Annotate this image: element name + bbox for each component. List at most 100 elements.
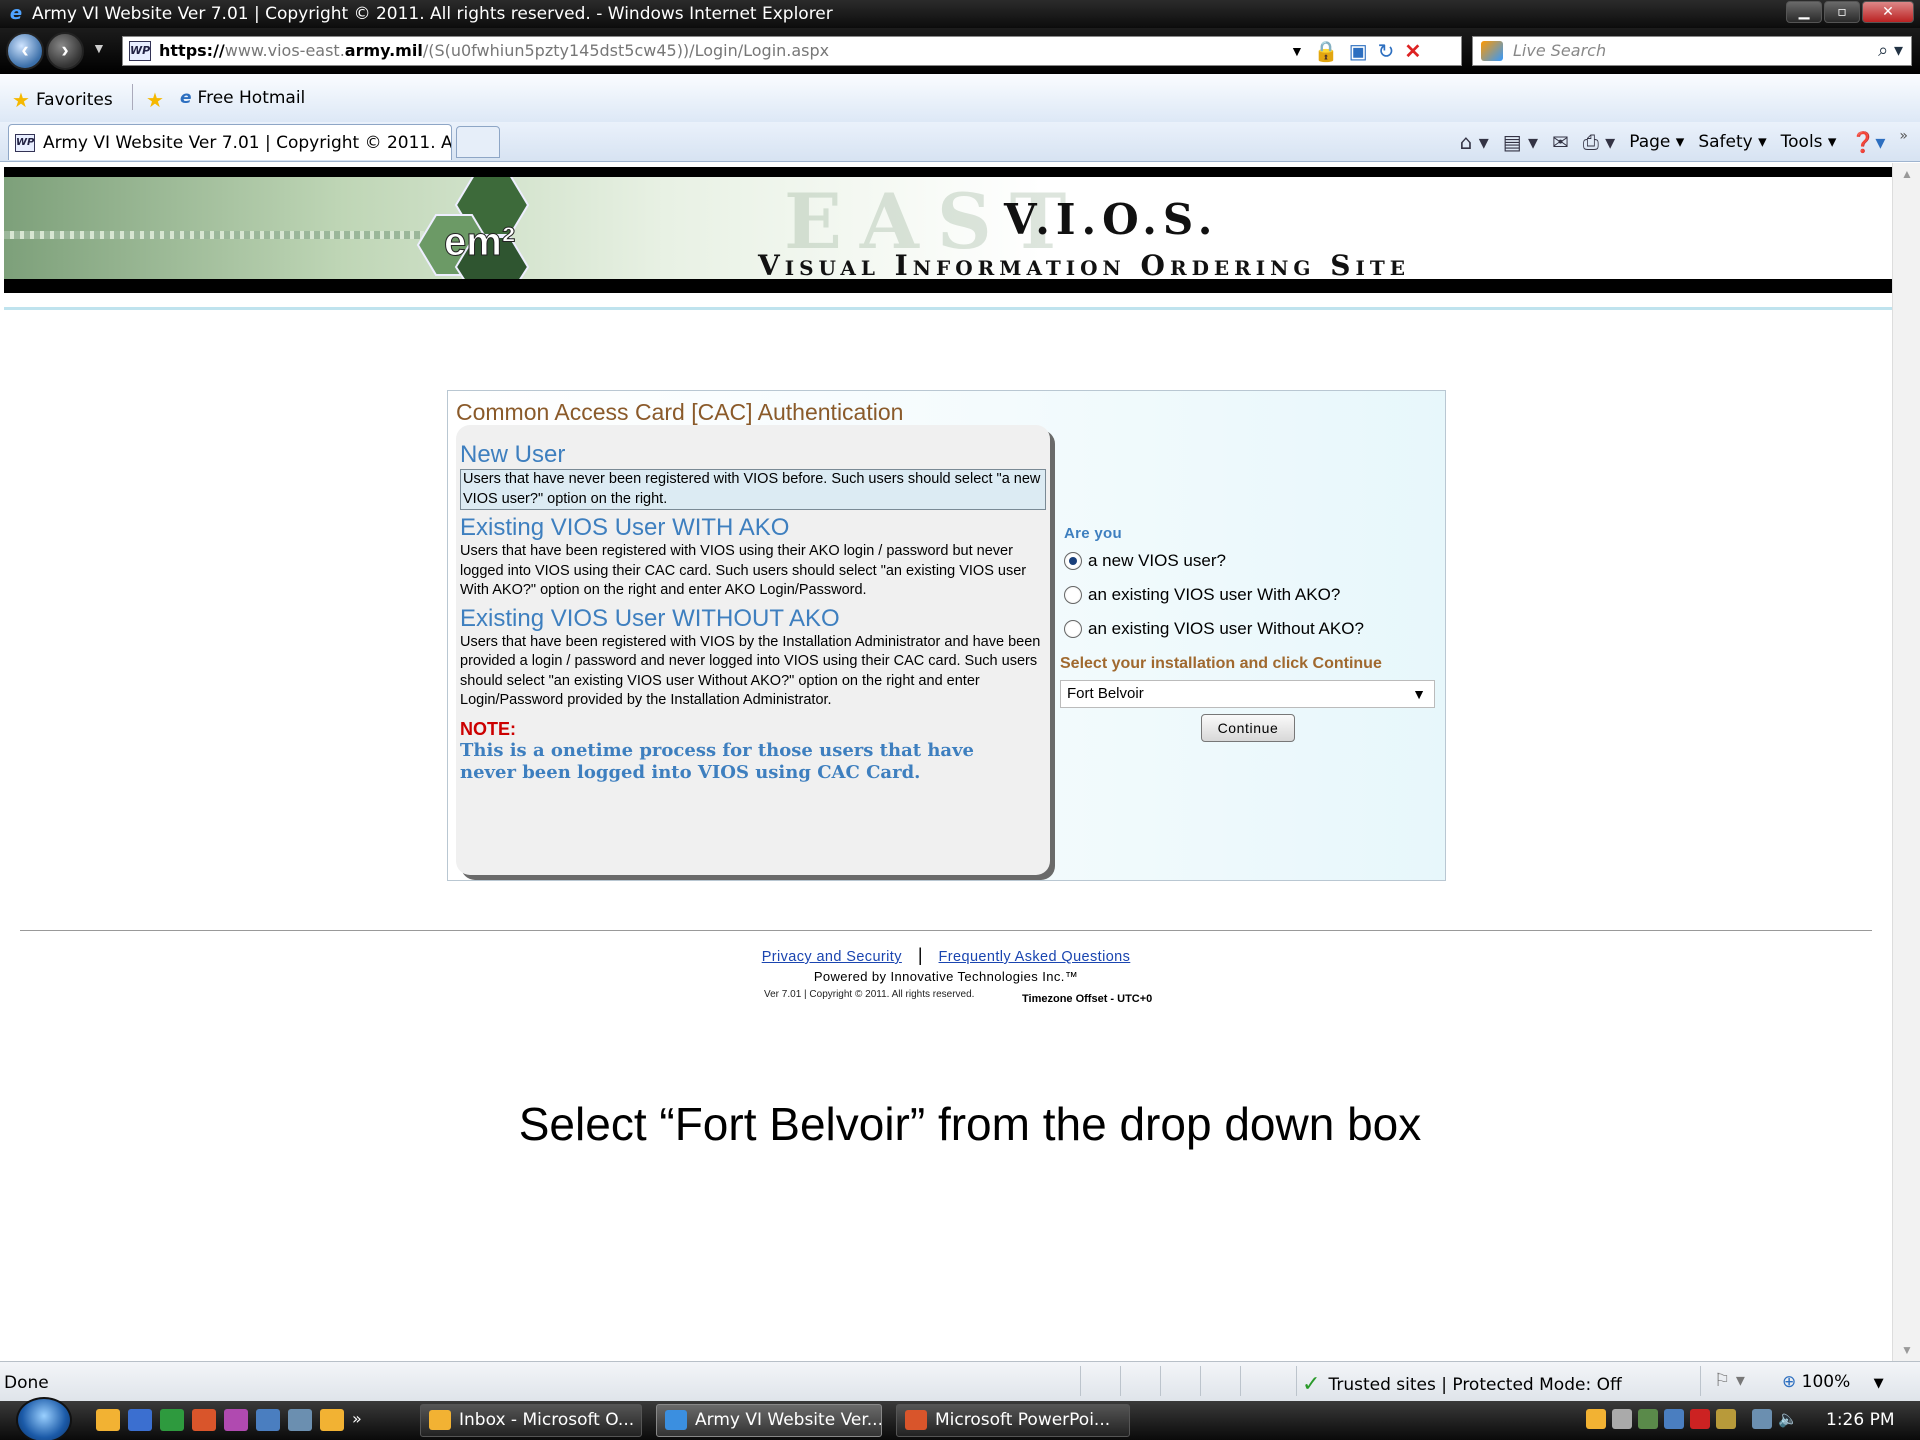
lock-icon[interactable]: 🔒 [1314, 39, 1339, 64]
history-dropdown-icon[interactable]: ▼ [92, 40, 106, 56]
back-button[interactable]: ‹ [6, 32, 44, 70]
live-search-icon [1481, 41, 1503, 61]
help-icon[interactable]: ❓▾ [1850, 130, 1885, 154]
status-text: Done [4, 1373, 49, 1393]
info-box: New User Users that have never been regi… [456, 425, 1050, 875]
security-zone-label: Trusted sites | Protected Mode: Off [1328, 1374, 1622, 1395]
tools-menu-label: Tools [1780, 132, 1823, 152]
tray-display-icon[interactable] [1752, 1409, 1772, 1429]
explorer-quicklaunch-icon[interactable] [288, 1409, 312, 1431]
page-menu-label: Page [1629, 132, 1671, 152]
option-new-user[interactable]: a new VIOS user? [1064, 551, 1226, 571]
search-input[interactable]: Live Search ⌕ ▾ [1472, 36, 1912, 66]
word-quicklaunch-icon[interactable] [128, 1409, 152, 1431]
tab-favicon: WP [15, 133, 35, 152]
faq-link[interactable]: Frequently Asked Questions [939, 949, 1131, 965]
with-ako-text: Users that have been registered with VIO… [460, 543, 1027, 598]
option-existing-with-ako[interactable]: an existing VIOS user With AKO? [1064, 585, 1340, 605]
status-divider [1240, 1366, 1241, 1396]
volume-icon[interactable]: 🔈 [1778, 1409, 1798, 1429]
excel-quicklaunch-icon[interactable] [160, 1409, 184, 1431]
desktop-quicklaunch-icon[interactable] [256, 1409, 280, 1431]
search-icon[interactable]: ⌕ ▾ [1878, 37, 1903, 65]
mail-quicklaunch-icon[interactable] [320, 1409, 344, 1431]
home-icon[interactable]: ⌂ ▾ [1460, 130, 1489, 154]
radio-existing-without-ako[interactable] [1064, 620, 1082, 638]
security-zone[interactable]: ✓ Trusted sites | Protected Mode: Off [1302, 1372, 1622, 1397]
tray-tool-icon[interactable] [1612, 1409, 1632, 1429]
minimize-button[interactable]: ▁ [1786, 1, 1822, 23]
site-banner: em² EAST V.I.O.S. Visual Information Ord… [4, 167, 1892, 293]
more-icon[interactable]: » [352, 1409, 366, 1431]
tray-network-icon[interactable] [1664, 1409, 1684, 1429]
app-quicklaunch-icon[interactable] [224, 1409, 248, 1431]
zoom-dropdown-icon[interactable]: ▼ [1874, 1376, 1884, 1391]
vertical-scrollbar[interactable]: ▲ ▼ [1892, 163, 1920, 1361]
window-title: Army VI Website Ver 7.01 | Copyright © 2… [32, 4, 833, 24]
divider [132, 84, 133, 110]
taskbar-button-powerpoint[interactable]: Microsoft PowerPoi... [896, 1404, 1130, 1437]
chevron-more-icon[interactable]: » [1899, 128, 1908, 144]
tray-app-icon[interactable] [1638, 1409, 1658, 1429]
chevron-down-icon[interactable]: ▼ [1412, 681, 1426, 707]
taskbar-outlook-label: Inbox - Microsoft O... [459, 1410, 635, 1430]
radio-existing-with-ako[interactable] [1064, 586, 1082, 604]
refresh-icon[interactable]: ↻ [1378, 39, 1395, 64]
site-favicon: WP [129, 41, 151, 61]
page-menu[interactable]: Page ▾ [1629, 132, 1684, 152]
footer-separator: | [917, 945, 923, 965]
safety-menu[interactable]: Safety ▾ [1698, 132, 1766, 152]
tray-outlook-icon[interactable] [1586, 1409, 1606, 1429]
command-bar: ⌂ ▾ ▤ ▾ ✉ ⎙ ▾ Page ▾ Safety ▾ Tools ▾ ❓▾… [1460, 122, 1908, 162]
favorite-link-hotmail[interactable]: e Free Hotmail [180, 88, 305, 108]
scroll-up-icon[interactable]: ▲ [1893, 163, 1920, 185]
new-user-heading: New User [460, 441, 566, 468]
tray-antivirus-icon[interactable] [1690, 1409, 1710, 1429]
address-dropdown-icon[interactable]: ▼ [1290, 43, 1304, 59]
address-bar[interactable]: WP https://www.vios-east.army.mil/(S(u0f… [122, 36, 1462, 66]
radio-new-user[interactable] [1064, 552, 1082, 570]
powerpoint-icon [905, 1410, 927, 1430]
installation-select[interactable]: Fort Belvoir ▼ [1060, 680, 1435, 708]
start-button[interactable] [16, 1397, 72, 1440]
continue-button[interactable]: Continue [1201, 714, 1295, 742]
feeds-icon[interactable]: ▤ ▾ [1503, 130, 1538, 154]
zoom-icon: ⊕ [1782, 1372, 1797, 1392]
taskbar-button-ie[interactable]: Army VI Website Ver... [656, 1404, 882, 1437]
status-divider [1160, 1366, 1161, 1396]
footer-links: Privacy and Security | Frequently Asked Qu… [0, 945, 1892, 966]
window-titlebar: e Army VI Website Ver 7.01 | Copyright ©… [0, 0, 1920, 28]
popup-blocker-icon[interactable]: ⚐ ▾ [1714, 1370, 1745, 1391]
mail-icon[interactable]: ✉ [1552, 130, 1569, 154]
print-icon[interactable]: ⎙ ▾ [1583, 130, 1615, 154]
taskbar-button-outlook[interactable]: Inbox - Microsoft O... [420, 1404, 642, 1437]
stop-icon[interactable]: ✕ [1404, 39, 1421, 64]
url-path: /(S(u0fwhiun5pzty145dst5cw45))/Login/Log… [422, 41, 830, 60]
panel-title: Common Access Card [CAC] Authentication [456, 399, 904, 425]
tray-card-reader-icon[interactable] [1716, 1409, 1736, 1429]
tab-row: WP Army VI Website Ver 7.01 | Copyright … [0, 122, 1920, 162]
user-type-form: Are you a new VIOS user? an existing VIO… [1058, 391, 1443, 880]
compatibility-icon[interactable]: ▣ [1349, 39, 1368, 64]
page-viewport: em² EAST V.I.O.S. Visual Information Ord… [0, 163, 1892, 1361]
with-ako-heading: Existing VIOS User WITH AKO [460, 514, 790, 541]
scroll-down-icon[interactable]: ▼ [1893, 1339, 1920, 1361]
option-existing-without-ako[interactable]: an existing VIOS user Without AKO? [1064, 619, 1364, 639]
new-tab-button[interactable] [456, 126, 500, 158]
new-user-text: Users that have never been registered wi… [460, 469, 1046, 510]
tools-menu[interactable]: Tools ▾ [1781, 132, 1837, 152]
tab-active[interactable]: WP Army VI Website Ver 7.01 | Copyright … [8, 124, 452, 160]
note-line-2: never been logged into VIOS using CAC Ca… [460, 761, 921, 783]
restore-button[interactable]: ▫ [1824, 1, 1860, 23]
powerpoint-quicklaunch-icon[interactable] [192, 1409, 216, 1431]
zoom-control[interactable]: ⊕ 100% ▼ [1782, 1372, 1884, 1392]
banner-title: V.I.O.S. [1004, 195, 1219, 244]
forward-button[interactable]: › [46, 32, 84, 70]
add-favorite-button[interactable]: ★ [146, 88, 164, 112]
status-divider [1200, 1366, 1201, 1396]
version-copyright: Ver 7.01 | Copyright © 2011. All rights … [764, 989, 975, 1000]
close-button[interactable]: ✕ [1862, 1, 1914, 23]
favorites-button[interactable]: ★ Favorites [12, 88, 113, 112]
outlook-quicklaunch-icon[interactable] [96, 1409, 120, 1431]
privacy-link[interactable]: Privacy and Security [762, 949, 902, 965]
